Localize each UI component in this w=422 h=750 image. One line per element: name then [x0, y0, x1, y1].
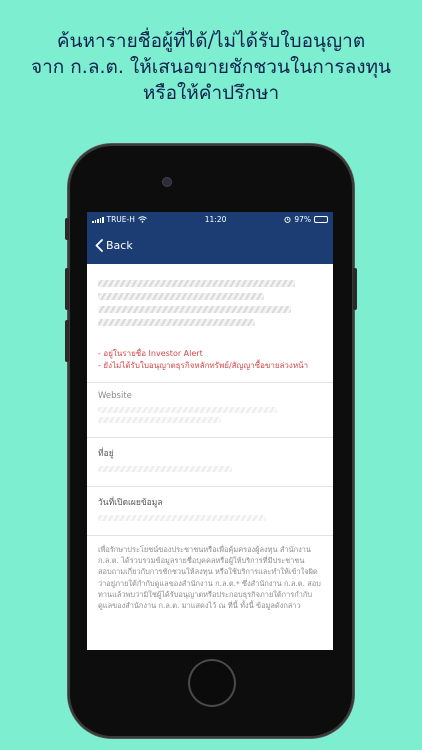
wifi-icon	[138, 215, 147, 223]
redacted-name-line	[98, 280, 296, 287]
mute-switch	[65, 218, 69, 240]
navigation-bar: Back	[87, 226, 333, 264]
redacted-date	[98, 515, 266, 521]
front-camera	[163, 178, 171, 186]
battery-icon	[313, 215, 328, 223]
redacted-address	[98, 466, 233, 472]
status-alert: - อยู่ในรายชื่อ Investor Alert - ยังไม่ไ…	[98, 348, 322, 372]
redacted-name-line	[98, 319, 255, 326]
website-label: Website	[98, 391, 132, 401]
back-button[interactable]: Back	[95, 239, 133, 252]
chevron-left-icon	[95, 238, 103, 252]
status-bar: TRUE-H 11:20 97%	[87, 212, 333, 226]
redacted-name-line	[98, 293, 264, 300]
power-button	[353, 268, 357, 310]
redacted-website	[98, 407, 278, 413]
volume-down-button	[65, 320, 69, 362]
disclaimer-text: เพื่อรักษาประโยชน์ของประชาชนหรือเพื่อคุ้…	[98, 545, 321, 611]
redacted-website	[98, 417, 222, 423]
alert-investor-alert: - อยู่ในรายชื่อ Investor Alert	[98, 349, 203, 358]
signal-icon	[92, 216, 104, 223]
address-label: ที่อยู่	[98, 449, 114, 459]
entity-name-block	[98, 264, 322, 326]
headline-line-3: หรือให้คำปรึกษา	[142, 82, 280, 104]
home-button[interactable]	[188, 659, 236, 707]
publish-date-field: วันที่เปิดเผยข้อมูล	[98, 487, 322, 535]
headline-line-2: จาก ก.ล.ต. ให้เสนอขายชักชวนในการลงทุน	[30, 56, 392, 78]
carrier-label: TRUE-H	[106, 214, 135, 224]
redacted-name-line	[98, 306, 291, 313]
app-screen: TRUE-H 11:20 97% Back - อยู่ในรายชื่อ In…	[87, 212, 333, 650]
address-field: ที่อยู่	[98, 438, 322, 486]
volume-up-button	[65, 268, 69, 310]
battery-percent: 97%	[294, 214, 311, 224]
publish-date-label: วันที่เปิดเผยข้อมูล	[98, 498, 163, 508]
alert-unlicensed: - ยังไม่ได้รับใบอนุญาตธุรกิจหลักทรัพย์/ส…	[98, 361, 309, 370]
status-time: 11:20	[204, 214, 227, 224]
promo-headline: ค้นหารายชื่อผู้ที่ได้/ไม่ได้รับใบอนุญาต …	[0, 28, 422, 106]
headline-line-1: ค้นหารายชื่อผู้ที่ได้/ไม่ได้รับใบอนุญาต	[56, 30, 366, 52]
website-field: Website	[98, 383, 322, 437]
detail-content: - อยู่ในรายชื่อ Investor Alert - ยังไม่ไ…	[87, 264, 333, 611]
back-label: Back	[106, 238, 133, 252]
alarm-icon	[284, 216, 291, 223]
